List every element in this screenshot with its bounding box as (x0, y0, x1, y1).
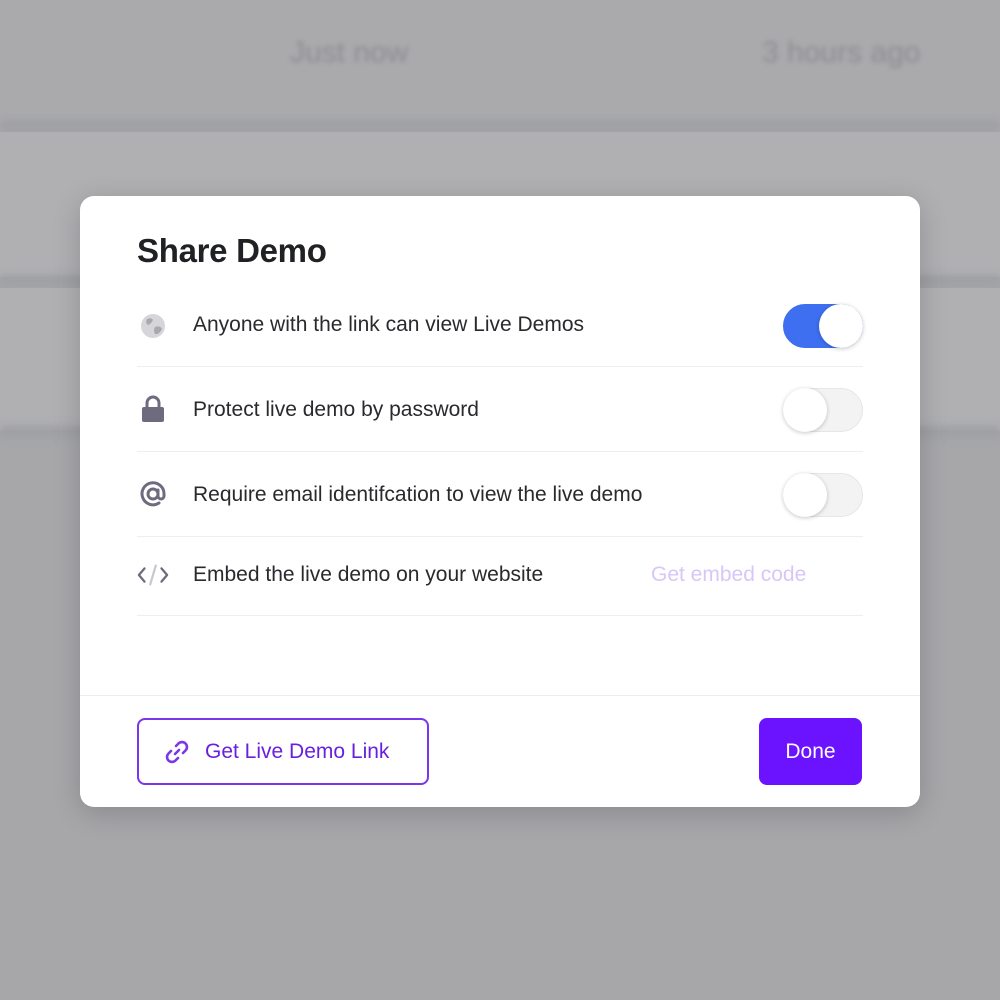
option-label: Require email identifcation to view the … (193, 483, 643, 506)
get-live-demo-link-button[interactable]: Get Live Demo Link (137, 718, 429, 785)
done-button[interactable]: Done (759, 718, 862, 785)
code-icon (137, 559, 169, 591)
option-password: Protect live demo by password (137, 367, 863, 452)
footer-divider (80, 695, 920, 696)
option-email-identification: Require email identifcation to view the … (137, 452, 863, 537)
modal-title: Share Demo (137, 232, 327, 269)
get-live-demo-link-label: Get Live Demo Link (205, 739, 390, 763)
get-embed-code-link[interactable]: Get embed code (651, 563, 806, 587)
option-public-link: Anyone with the link can view Live Demos (137, 296, 863, 367)
link-icon (163, 738, 191, 766)
toggle-knob (783, 473, 827, 517)
option-label: Protect live demo by password (193, 398, 479, 421)
share-demo-modal: Share Demo Anyone with the link can view… (80, 196, 920, 807)
background-timestamp: 3 hours ago (762, 36, 921, 69)
toggle-knob (783, 388, 827, 432)
option-label: Anyone with the link can view Live Demos (193, 313, 585, 336)
background-divider (0, 120, 1000, 132)
background-timestamp: Just now (290, 36, 409, 69)
option-label: Embed the live demo on your website (193, 563, 544, 586)
at-sign-icon (137, 478, 169, 510)
public-link-toggle[interactable] (783, 304, 863, 348)
lock-icon (137, 393, 169, 425)
email-identification-toggle[interactable] (783, 473, 863, 517)
password-toggle[interactable] (783, 388, 863, 432)
globe-icon (137, 310, 169, 342)
toggle-knob (819, 304, 863, 348)
option-embed: Embed the live demo on your website Get … (137, 537, 863, 616)
